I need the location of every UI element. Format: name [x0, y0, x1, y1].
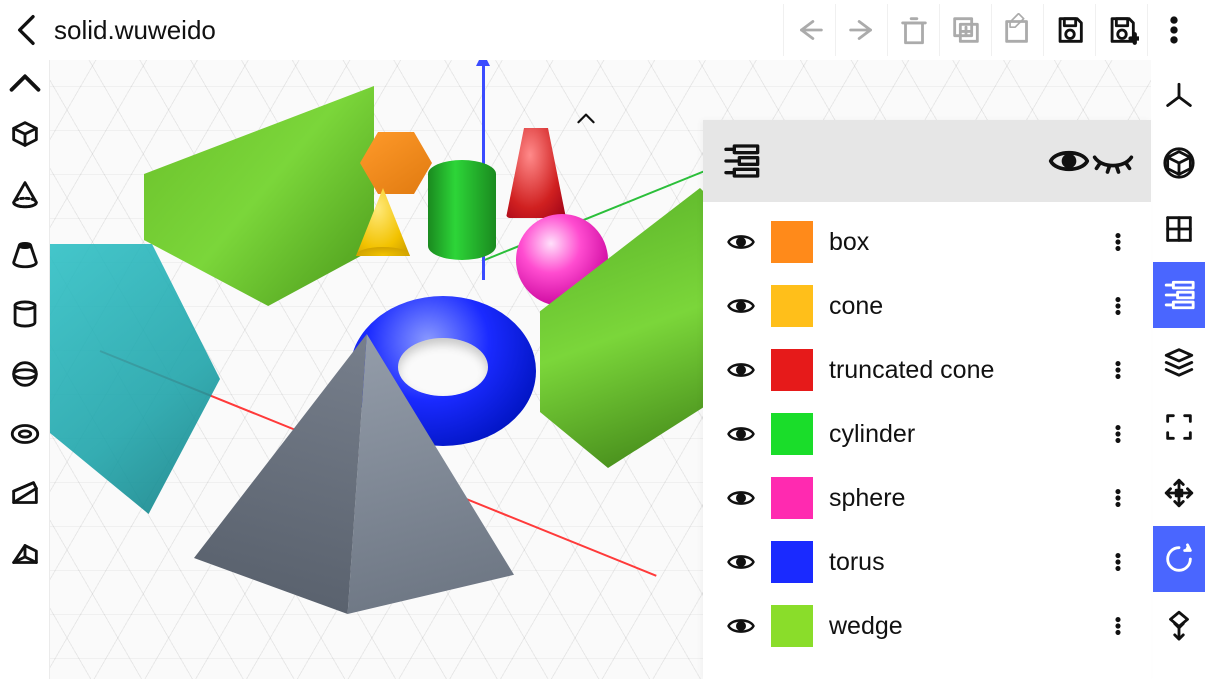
layers-tool[interactable]	[1153, 262, 1205, 328]
layer-visibility-toggle[interactable]	[721, 547, 761, 577]
layer-row[interactable]: cylinder	[703, 402, 1151, 466]
layer-label: torus	[829, 548, 1103, 577]
layer-row[interactable]: truncated cone	[703, 338, 1151, 402]
wedge-tool[interactable]	[2, 464, 48, 524]
cone-tool[interactable]	[2, 164, 48, 224]
layer-more-button[interactable]	[1103, 615, 1133, 637]
rotate-tool[interactable]	[1153, 526, 1205, 592]
view-cube-tool[interactable]	[1153, 130, 1205, 196]
layer-visibility-toggle[interactable]	[721, 483, 761, 513]
show-all-button[interactable]	[1047, 139, 1091, 183]
edit-button[interactable]	[991, 4, 1043, 56]
layer-color-swatch	[771, 541, 813, 583]
layer-visibility-toggle[interactable]	[721, 419, 761, 449]
move-tool[interactable]	[1153, 460, 1205, 526]
layer-visibility-toggle[interactable]	[721, 355, 761, 385]
sphere-tool[interactable]	[2, 344, 48, 404]
collapse-panel-button[interactable]	[566, 104, 606, 134]
layer-row[interactable]: torus	[703, 530, 1151, 594]
cylinder-tool[interactable]	[2, 284, 48, 344]
layer-visibility-toggle[interactable]	[721, 291, 761, 321]
layer-more-button[interactable]	[1103, 231, 1133, 253]
layer-color-swatch	[771, 285, 813, 327]
top-toolbar: solid.wuweido	[0, 0, 1207, 60]
save-as-button[interactable]	[1095, 4, 1147, 56]
layer-color-swatch	[771, 477, 813, 519]
layer-label: truncated cone	[829, 356, 1103, 385]
axes-tool[interactable]	[1153, 64, 1205, 130]
extrude-tool[interactable]	[1153, 592, 1205, 658]
layer-more-button[interactable]	[1103, 359, 1133, 381]
layer-visibility-toggle[interactable]	[721, 611, 761, 641]
layer-color-swatch	[771, 605, 813, 647]
layer-label: wedge	[829, 612, 1103, 641]
save-button[interactable]	[1043, 4, 1095, 56]
grid-tool[interactable]	[1153, 196, 1205, 262]
layer-row[interactable]: cone	[703, 274, 1151, 338]
project-title: solid.wuweido	[54, 15, 216, 46]
layer-more-button[interactable]	[1103, 551, 1133, 573]
redo-button[interactable]	[835, 4, 887, 56]
wedge-green-shape[interactable]	[144, 86, 374, 306]
layer-color-swatch	[771, 349, 813, 391]
layer-label: cone	[829, 292, 1103, 321]
layer-row[interactable]: sphere	[703, 466, 1151, 530]
truncated-cone-shape[interactable]	[506, 128, 566, 218]
prism-tool[interactable]	[2, 524, 48, 584]
back-button[interactable]	[8, 10, 48, 50]
cylinder-shape[interactable]	[428, 160, 496, 260]
layer-color-swatch	[771, 413, 813, 455]
stack-tool[interactable]	[1153, 328, 1205, 394]
pyramid-shape[interactable]	[194, 334, 514, 614]
collapse-left-toolbar-button[interactable]	[2, 64, 48, 104]
hide-all-button[interactable]	[1091, 139, 1135, 183]
layer-row[interactable]: box	[703, 210, 1151, 274]
layer-more-button[interactable]	[1103, 487, 1133, 509]
undo-button[interactable]	[783, 4, 835, 56]
layer-more-button[interactable]	[1103, 295, 1133, 317]
delete-button[interactable]	[887, 4, 939, 56]
layer-label: box	[829, 228, 1103, 257]
layer-label: cylinder	[829, 420, 1103, 449]
layer-row[interactable]: wedge	[703, 594, 1151, 658]
torus-tool[interactable]	[2, 404, 48, 464]
layer-label: sphere	[829, 484, 1103, 513]
layer-color-swatch	[771, 221, 813, 263]
fullscreen-tool[interactable]	[1153, 394, 1205, 460]
layer-visibility-toggle[interactable]	[721, 227, 761, 257]
cube-tool[interactable]	[2, 104, 48, 164]
layers-panel: box cone truncated cone cylinder sphere …	[703, 120, 1151, 679]
right-toolbar	[1151, 60, 1207, 679]
overflow-menu-button[interactable]	[1147, 4, 1199, 56]
layers-list: box cone truncated cone cylinder sphere …	[703, 202, 1151, 679]
layers-panel-header	[703, 120, 1151, 202]
layer-more-button[interactable]	[1103, 423, 1133, 445]
left-toolbar	[0, 60, 50, 679]
truncated-cone-tool[interactable]	[2, 224, 48, 284]
layers-panel-icon	[719, 139, 763, 183]
copy-button[interactable]	[939, 4, 991, 56]
